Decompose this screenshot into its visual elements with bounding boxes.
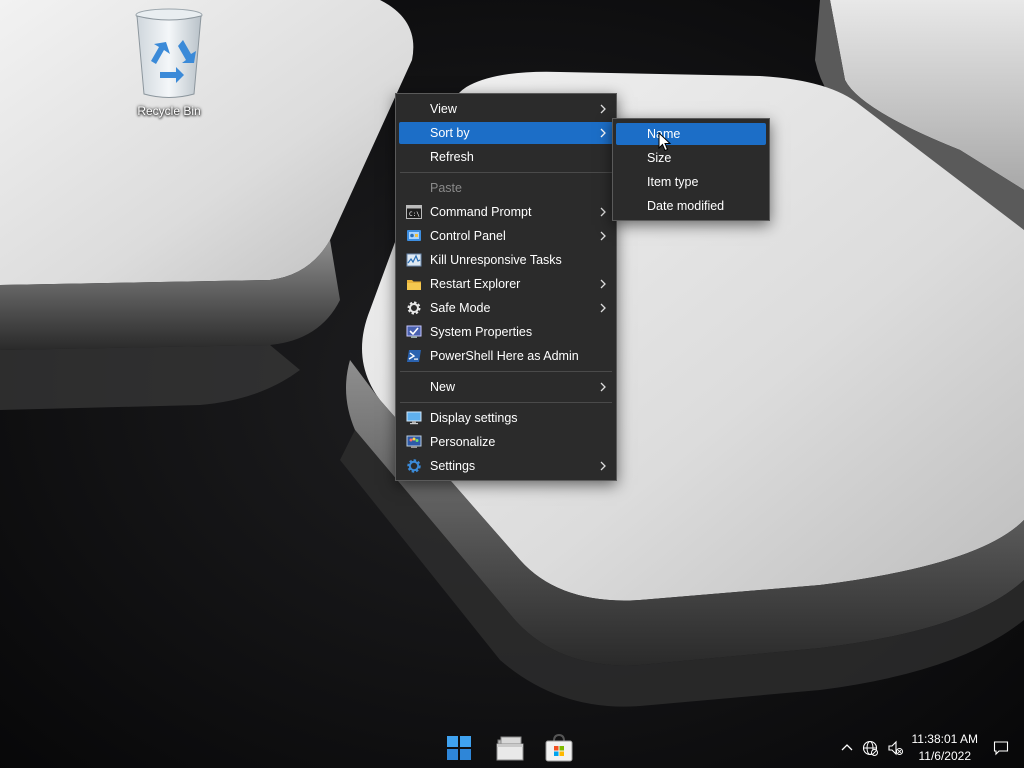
submenu-item-label: Item type (647, 175, 699, 189)
chevron-right-icon (600, 279, 606, 289)
sort-by-size[interactable]: Size (616, 147, 766, 169)
submenu-item-label: Date modified (647, 199, 725, 213)
menu-separator (400, 402, 612, 403)
recycle-bin-icon (135, 8, 203, 98)
menu-item-powershell-admin[interactable]: PowerShell Here as Admin (399, 345, 613, 367)
volume-muted-icon[interactable] (887, 740, 903, 756)
sort-by-date-modified[interactable]: Date modified (616, 195, 766, 217)
menu-item-kill-unresponsive-tasks[interactable]: Kill Unresponsive Tasks (399, 249, 613, 271)
chevron-right-icon (600, 207, 606, 217)
taskbar-microsoft-store[interactable] (543, 732, 575, 764)
file-explorer-icon (496, 736, 524, 761)
menu-item-safe-mode[interactable]: Safe Mode (399, 297, 613, 319)
notification-icon[interactable] (993, 740, 1009, 756)
menu-item-command-prompt[interactable]: C:\ Command Prompt (399, 201, 613, 223)
menu-item-refresh[interactable]: Refresh (399, 146, 613, 168)
menu-item-personalize[interactable]: Personalize (399, 431, 613, 453)
svg-text:C:\: C:\ (409, 211, 420, 218)
desktop-context-menu: View Sort by Refresh Paste C:\ Command P… (395, 93, 617, 481)
chevron-right-icon (600, 104, 606, 114)
gear-icon (407, 301, 421, 315)
menu-item-new[interactable]: New (399, 376, 613, 398)
menu-item-label: Sort by (430, 126, 470, 140)
sort-by-item-type[interactable]: Item type (616, 171, 766, 193)
menu-item-label: Restart Explorer (430, 277, 521, 291)
network-icon[interactable] (862, 740, 878, 756)
menu-item-label: PowerShell Here as Admin (430, 349, 579, 363)
desktop-icon-label: Recycle Bin (137, 104, 201, 118)
menu-item-label: New (430, 380, 456, 394)
menu-item-label: Personalize (430, 435, 496, 449)
control-panel-icon (407, 230, 421, 241)
folder-icon (407, 280, 421, 290)
taskbar-file-explorer[interactable] (494, 732, 526, 764)
taskbar: 11:38:01 AM 11/6/2022 (0, 728, 1024, 768)
store-icon (545, 733, 573, 762)
menu-item-label: Display settings (430, 411, 518, 425)
menu-item-label: Paste (430, 181, 462, 195)
menu-item-system-properties[interactable]: System Properties (399, 321, 613, 343)
powershell-icon (407, 350, 421, 362)
mouse-cursor-icon (658, 132, 672, 152)
menu-separator (400, 172, 612, 173)
menu-item-sort-by[interactable]: Sort by (399, 122, 613, 144)
sort-by-submenu: Name Size Item type Date modified (612, 118, 770, 221)
taskbar-start-button[interactable] (443, 732, 475, 764)
menu-item-label: Control Panel (430, 229, 506, 243)
sort-by-name[interactable]: Name (616, 123, 766, 145)
task-manager-icon (406, 253, 422, 267)
windows-start-icon (447, 736, 471, 760)
menu-item-restart-explorer[interactable]: Restart Explorer (399, 273, 613, 295)
chevron-up-icon[interactable] (839, 740, 855, 756)
menu-separator (400, 371, 612, 372)
clock-date: 11/6/2022 (918, 749, 972, 763)
taskbar-clock[interactable]: 11:38:01 AM 11/6/2022 (912, 731, 979, 765)
system-properties-icon (406, 325, 422, 338)
chevron-right-icon (600, 461, 606, 471)
menu-item-label: Command Prompt (430, 205, 532, 219)
personalize-icon (406, 435, 422, 448)
chevron-right-icon (600, 303, 606, 313)
submenu-item-label: Size (647, 151, 672, 165)
menu-item-view[interactable]: View (399, 98, 613, 120)
menu-item-control-panel[interactable]: Control Panel (399, 225, 613, 247)
menu-item-label: Safe Mode (430, 301, 491, 315)
chevron-right-icon (600, 382, 606, 392)
chevron-right-icon (600, 128, 606, 138)
menu-item-settings[interactable]: Settings (399, 455, 613, 477)
menu-item-label: Settings (430, 459, 476, 473)
menu-item-label: View (430, 102, 457, 116)
display-settings-icon (406, 411, 422, 425)
clock-time: 11:38:01 AM (911, 732, 979, 746)
settings-gear-icon (407, 459, 421, 473)
command-prompt-icon: C:\ (406, 205, 422, 219)
menu-item-label: Kill Unresponsive Tasks (430, 253, 562, 267)
desktop-icon-recycle-bin[interactable]: Recycle Bin (126, 6, 212, 124)
chevron-right-icon (600, 231, 606, 241)
menu-item-display-settings[interactable]: Display settings (399, 407, 613, 429)
menu-item-label: Refresh (430, 150, 474, 164)
menu-item-paste: Paste (399, 177, 613, 199)
menu-item-label: System Properties (430, 325, 533, 339)
